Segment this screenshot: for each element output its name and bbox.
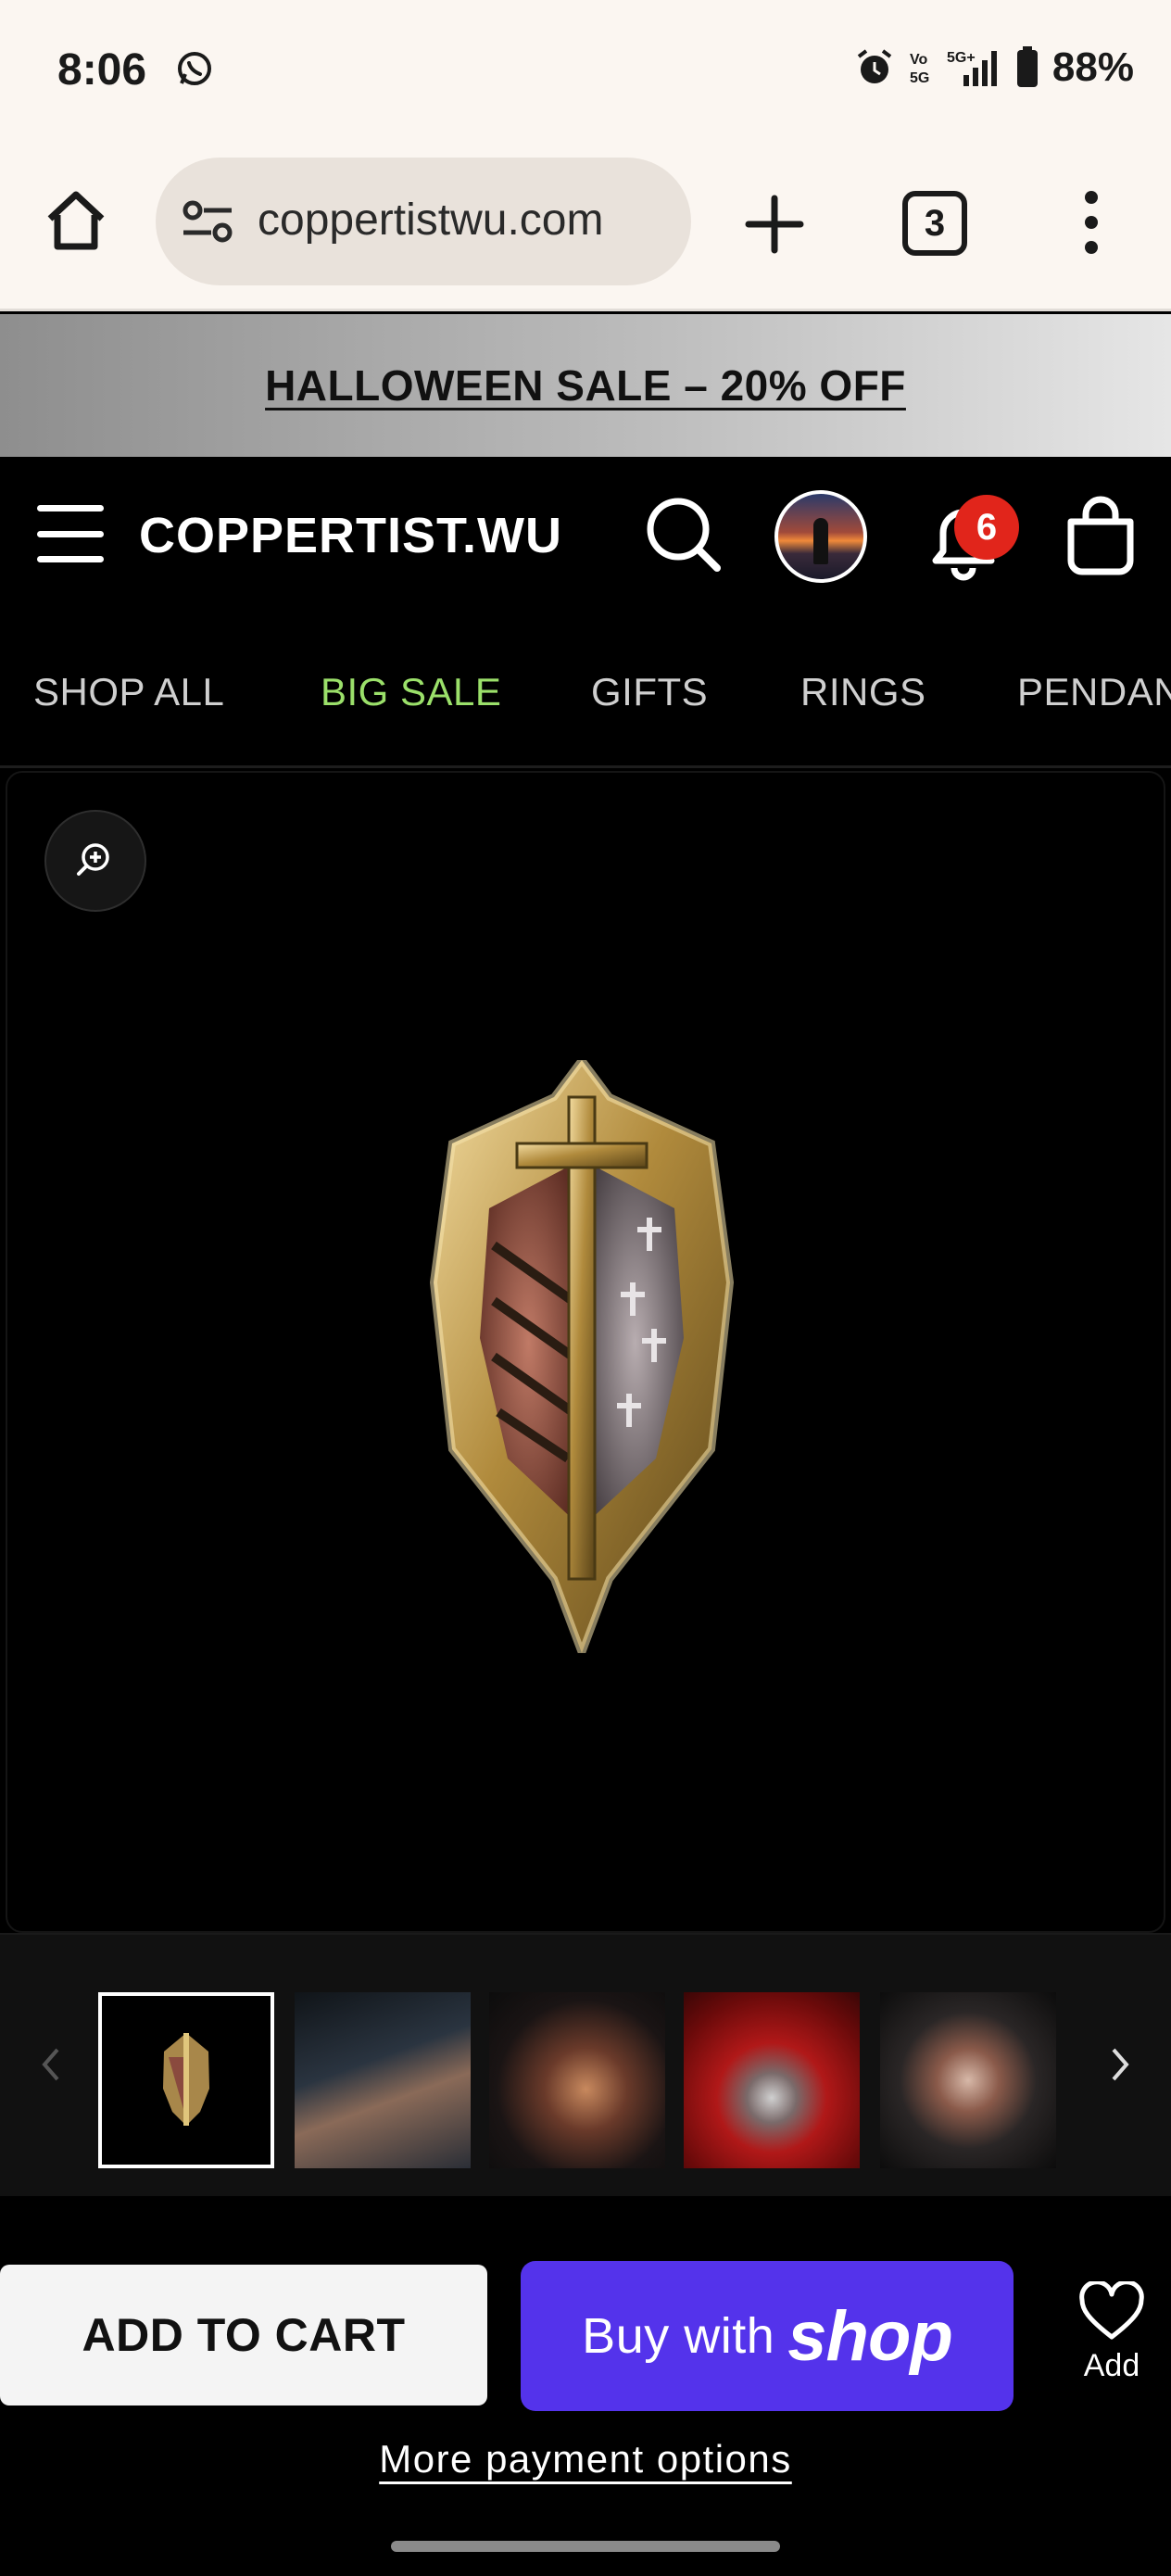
overflow-menu-icon[interactable] <box>1073 185 1110 259</box>
menu-icon[interactable] <box>37 505 104 562</box>
more-payment-options: More payment options <box>0 2437 1171 2481</box>
nav-item-shop-all[interactable]: SHOP ALL <box>33 670 224 714</box>
promo-banner: HALLOWEEN SALE – 20% OFF <box>0 314 1171 457</box>
alarm-icon <box>857 49 892 83</box>
nav-item-pendants[interactable]: PENDAN <box>1017 670 1171 714</box>
nav-item-rings[interactable]: RINGS <box>800 670 926 714</box>
category-nav: SHOP ALL BIG SALE GIFTS RINGS PENDAN <box>0 614 1171 768</box>
whatsapp-icon <box>176 50 213 87</box>
heart-icon <box>1079 2281 1144 2340</box>
svg-text:5G+: 5G+ <box>947 50 976 66</box>
battery-percent: 88% <box>1051 44 1134 90</box>
promo-link[interactable]: HALLOWEEN SALE – 20% OFF <box>265 360 906 410</box>
thumbnail-4[interactable] <box>684 1992 860 2168</box>
svg-text:5G: 5G <box>910 70 929 86</box>
thumbnail-1[interactable] <box>98 1992 274 2168</box>
shopping-bag-icon[interactable] <box>1062 494 1140 577</box>
battery-icon <box>1016 46 1038 87</box>
wishlist-label: Add <box>1083 2348 1140 2383</box>
gesture-bar <box>391 2541 780 2552</box>
thumbnail-2[interactable] <box>295 1992 471 2168</box>
status-bar: 8:06 Vo 5G 5G+ 88% <box>0 0 1171 139</box>
tab-switcher-icon[interactable]: 3 <box>902 191 967 256</box>
zoom-in-icon[interactable] <box>44 810 146 912</box>
thumbnail-5[interactable] <box>880 1992 1056 2168</box>
more-payment-link[interactable]: More payment options <box>379 2437 792 2481</box>
nav-item-big-sale[interactable]: BIG SALE <box>321 670 501 714</box>
purchase-actions: ADD TO CART Buy with shop Add More payme… <box>0 2196 1171 2576</box>
shop-pay-button[interactable]: Buy with shop <box>521 2261 1014 2411</box>
new-tab-icon[interactable] <box>739 189 810 259</box>
svg-text:Vo: Vo <box>910 52 927 68</box>
buy-with-label: Buy with <box>582 2308 775 2364</box>
5g-signal-icon: 5G+ <box>947 50 997 86</box>
add-to-cart-button[interactable]: ADD TO CART <box>0 2265 487 2406</box>
address-bar[interactable]: coppertistwu.com <box>156 158 691 285</box>
thumbnail-strip <box>0 1933 1171 2196</box>
chevron-right-icon[interactable] <box>1102 2037 1140 2092</box>
volte-icon: Vo 5G <box>910 52 929 86</box>
thumbnail-3[interactable] <box>489 1992 665 2168</box>
site-settings-icon[interactable] <box>180 199 235 244</box>
search-icon[interactable] <box>643 494 723 574</box>
notification-badge: 6 <box>954 495 1019 560</box>
site-logo[interactable]: COPPERTIST.WU <box>139 507 562 564</box>
nav-item-gifts[interactable]: GIFTS <box>591 670 708 714</box>
shield-pendant-image <box>429 1060 735 1653</box>
status-time: 8:06 <box>57 45 147 95</box>
avatar[interactable] <box>774 490 867 583</box>
browser-toolbar: coppertistwu.com 3 <box>0 139 1171 311</box>
tab-count: 3 <box>924 202 946 244</box>
wishlist-button[interactable]: Add <box>1065 2281 1158 2402</box>
status-icons: Vo 5G 5G+ 88% <box>854 44 1134 91</box>
product-image[interactable] <box>6 771 1165 1933</box>
url-text[interactable]: coppertistwu.com <box>258 195 684 246</box>
home-icon[interactable] <box>41 185 111 256</box>
chevron-left-icon[interactable] <box>31 2037 69 2092</box>
shop-logo: shop <box>787 2296 953 2376</box>
